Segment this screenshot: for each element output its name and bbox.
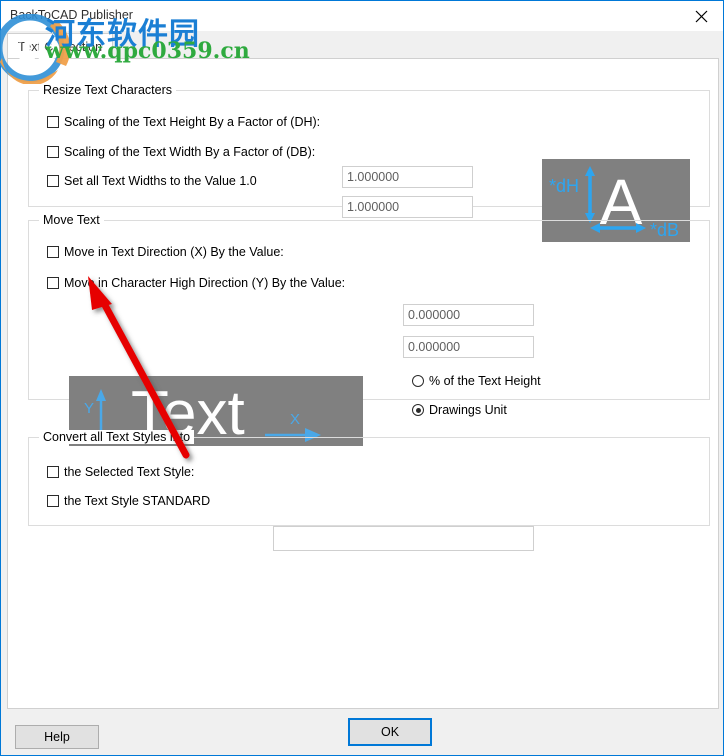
- dialog-window: BackToCAD Publisher Text Correction Resi…: [0, 0, 724, 756]
- label-y: Y: [84, 400, 94, 417]
- radio-percent-of-text-height[interactable]: % of the Text Height: [412, 374, 541, 388]
- window-title: BackToCAD Publisher: [10, 8, 133, 22]
- checkbox-box[interactable]: [47, 246, 59, 258]
- tab-text-correction[interactable]: Text Correction: [7, 33, 114, 59]
- input-move-y-value[interactable]: [403, 336, 534, 358]
- checkbox-label: Scaling of the Text Height By a Factor o…: [64, 115, 321, 129]
- checkbox-box[interactable]: [47, 277, 59, 289]
- input-text-height-factor[interactable]: [342, 166, 473, 188]
- checkbox-label: Set all Text Widths to the Value 1.0: [64, 174, 257, 188]
- checkbox-label: the Selected Text Style:: [64, 465, 195, 479]
- checkbox-text-style-standard[interactable]: the Text Style STANDARD: [47, 494, 210, 508]
- help-button[interactable]: Help: [15, 725, 99, 749]
- input-text-width-factor[interactable]: [342, 196, 473, 218]
- radio-button[interactable]: [412, 375, 424, 387]
- ok-button[interactable]: OK: [348, 718, 432, 746]
- radio-label: Drawings Unit: [429, 403, 507, 417]
- input-move-x-value[interactable]: [403, 304, 534, 326]
- checkbox-label: Scaling of the Text Width By a Factor of…: [64, 145, 316, 159]
- tab-label: Text Correction: [18, 39, 103, 54]
- group-convert-title: Convert all Text Styles into: [39, 430, 195, 444]
- checkbox-box[interactable]: [47, 116, 59, 128]
- group-resize-title: Resize Text Characters: [39, 83, 176, 97]
- checkbox-scale-text-height[interactable]: Scaling of the Text Height By a Factor o…: [47, 115, 320, 129]
- radio-drawings-unit[interactable]: Drawings Unit: [412, 403, 507, 417]
- input-selected-text-style[interactable]: [273, 526, 534, 551]
- tab-strip: Text Correction: [1, 31, 723, 59]
- checkbox-selected-text-style[interactable]: the Selected Text Style:: [47, 465, 194, 479]
- label-x: X: [290, 411, 300, 428]
- help-button-label: Help: [44, 730, 70, 744]
- checkbox-label: the Text Style STANDARD: [64, 494, 211, 508]
- checkbox-box[interactable]: [47, 175, 59, 187]
- checkbox-move-y-direction[interactable]: Move in Character High Direction (Y) By …: [47, 276, 345, 290]
- checkbox-set-all-text-widths[interactable]: Set all Text Widths to the Value 1.0: [47, 174, 257, 188]
- close-button[interactable]: [679, 1, 723, 31]
- group-convert-text-styles: Convert all Text Styles into the Selecte…: [28, 430, 710, 551]
- checkbox-move-x-direction[interactable]: Move in Text Direction (X) By the Value:: [47, 245, 284, 259]
- group-move-title: Move Text: [39, 213, 104, 227]
- checkbox-scale-text-width[interactable]: Scaling of the Text Width By a Factor of…: [47, 145, 315, 159]
- checkbox-box[interactable]: [47, 146, 59, 158]
- radio-label: % of the Text Height: [429, 374, 541, 388]
- checkbox-box[interactable]: [47, 495, 59, 507]
- close-icon: [695, 10, 707, 22]
- tab-page-text-correction: Resize Text Characters Scaling of the Te…: [7, 58, 719, 709]
- checkbox-label: Move in Text Direction (X) By the Value:: [64, 245, 284, 259]
- ok-button-label: OK: [380, 725, 400, 739]
- label-dh: *dH: [549, 176, 579, 196]
- checkbox-box[interactable]: [47, 466, 59, 478]
- title-bar: BackToCAD Publisher: [1, 1, 723, 32]
- checkbox-label: Move in Character High Direction (Y) By …: [64, 276, 346, 290]
- radio-button[interactable]: [412, 404, 424, 416]
- group-move-text: Move Text Move in Text Direction (X) By …: [28, 213, 710, 446]
- group-resize-text-characters: Resize Text Characters Scaling of the Te…: [28, 83, 710, 242]
